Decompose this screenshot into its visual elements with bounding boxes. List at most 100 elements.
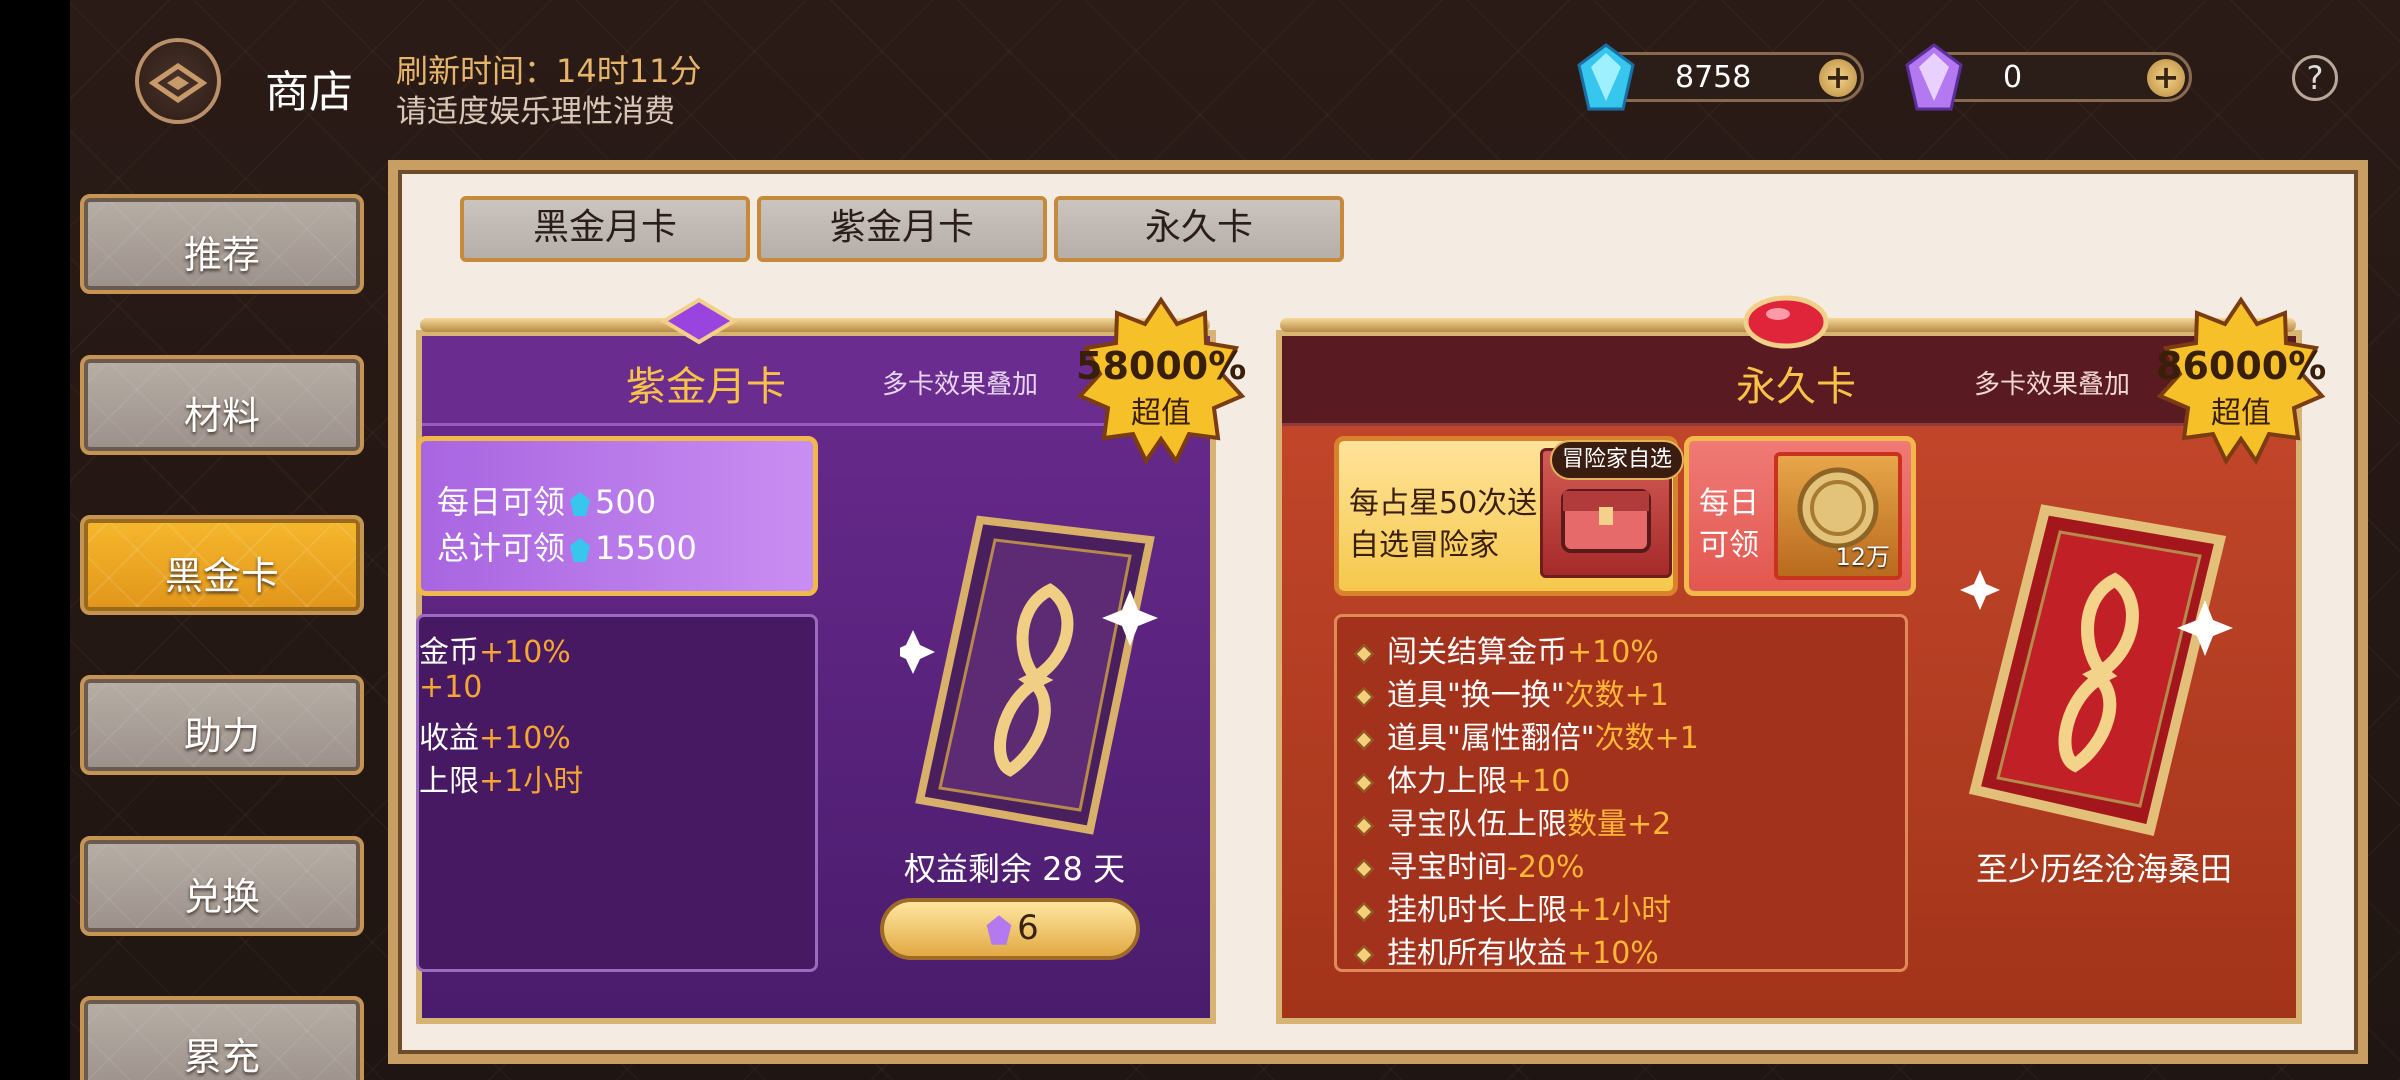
tab-permanent[interactable]: 永久卡 <box>1054 196 1344 262</box>
permanent-value-badge: 86000% 超值 <box>2156 296 2326 466</box>
benefit-text: 体力上限 <box>1387 764 1507 799</box>
sidebar-item-cumulative-recharge[interactable]: 累充 <box>80 996 364 1080</box>
purple-card-book-image <box>900 515 1158 835</box>
sidebar-item-label: 推荐 <box>183 233 260 277</box>
benefit-bonus: +10 <box>419 670 483 705</box>
diamond-bullet-icon <box>1354 772 1374 793</box>
benefit-text: 寻宝时间 <box>1387 850 1507 885</box>
diamond-bullet-icon <box>1354 901 1374 922</box>
benefit-text: 道具"换一换" <box>1387 678 1565 713</box>
sidebar-item-label: 助力 <box>183 714 260 758</box>
diamond-bullet-icon <box>1354 815 1374 836</box>
list-item: 挂机所有收益+10% <box>1354 928 1659 972</box>
sidebar-item-boost[interactable]: 助力 <box>80 675 364 775</box>
benefit-bonus: +1小时 <box>479 764 584 799</box>
purple-gem-icon <box>986 914 1012 945</box>
purple-card-title: 紫金月卡 <box>626 364 786 410</box>
tab-black-gold-monthly[interactable]: 黑金月卡 <box>460 196 750 262</box>
currency-blue-value: 8758 <box>1675 60 1752 95</box>
purple-card-buy-button[interactable]: 6 <box>880 898 1140 960</box>
list-item: 闯关结算金币+10% <box>1354 627 1659 671</box>
daily-label: 每日可领 <box>437 483 566 521</box>
purple-total-line: 总计可领 15500 <box>437 523 697 569</box>
benefit-bonus: 数量+2 <box>1567 807 1672 842</box>
list-item: 上限+1小时 <box>419 756 583 800</box>
benefit-text: 上限 <box>419 764 479 799</box>
list-item: 道具"属性翻倍"次数+1 <box>1354 713 1699 757</box>
permanent-card-stack-note: 多卡效果叠加 <box>1974 370 2131 400</box>
badge-value: 86000% <box>2156 344 2327 388</box>
red-jewel-icon <box>1743 295 1829 349</box>
sidebar-item-exchange[interactable]: 兑换 <box>80 836 364 936</box>
add-blue-currency-button[interactable]: + <box>1819 59 1857 97</box>
sidebar-item-label: 材料 <box>183 394 260 438</box>
purple-gem-icon <box>1905 43 1963 111</box>
blue-gem-icon <box>570 538 591 562</box>
currency-blue-bar: 8758 + <box>1577 43 1864 111</box>
blue-gem-icon <box>570 492 591 516</box>
diamond-bullet-icon <box>1354 643 1374 664</box>
diamond-bullet-icon <box>1354 686 1374 707</box>
total-amount: 15500 <box>595 529 697 567</box>
purple-card-stack-note: 多卡效果叠加 <box>882 370 1039 400</box>
permanent-card-book-image <box>1960 504 2233 836</box>
benefit-bonus: +10% <box>479 721 571 756</box>
list-item: 金币+10% <box>419 627 571 671</box>
permanent-card-condition: 至少历经沧海桑田 <box>1976 850 2233 888</box>
daily-line: 可领 <box>1699 528 1759 563</box>
add-purple-currency-button[interactable]: + <box>2147 59 2185 97</box>
list-item: 收益+10% <box>419 713 571 757</box>
daily-amount: 500 <box>595 483 657 521</box>
currency-purple-bar: 0 + <box>1905 43 2192 111</box>
permanent-benefit-list: 闯关结算金币+10% 道具"换一换"次数+1 道具"属性翻倍"次数+1 体力上限… <box>1334 614 1908 972</box>
benefit-text: 寻宝队伍上限 <box>1387 807 1567 842</box>
astrology-reward-text: 每占星50次送 自选冒险家 <box>1349 483 1537 567</box>
list-item: 道具"换一换"次数+1 <box>1354 670 1669 714</box>
left-edge <box>0 0 70 1080</box>
sidebar-item-recommend[interactable]: 推荐 <box>80 194 364 294</box>
badge-label: 超值 <box>1131 396 1191 431</box>
purple-benefit-list: 金币+10% +10 收益+10% 上限+1小时 <box>416 614 818 972</box>
sidebar-item-black-gold-card[interactable]: 黑金卡 <box>80 515 364 615</box>
currency-purple-value: 0 <box>2003 60 2023 95</box>
help-icon[interactable]: ? <box>2292 55 2338 101</box>
list-item: 寻宝队伍上限数量+2 <box>1354 799 1672 843</box>
daily-line: 每日 <box>1699 486 1759 521</box>
diamond-bullet-icon <box>1354 944 1374 965</box>
back-button[interactable] <box>135 38 221 124</box>
benefit-text: 道具"属性翻倍" <box>1387 721 1595 756</box>
back-icon <box>149 62 207 104</box>
benefit-bonus: 次数+1 <box>1564 678 1669 713</box>
benefit-bonus: +10% <box>1567 635 1659 670</box>
list-item: 寻宝时间-20% <box>1354 842 1585 886</box>
sidebar-item-label: 黑金卡 <box>164 554 279 598</box>
benefit-bonus: +10% <box>1567 936 1659 971</box>
coin-amount: 12万 <box>1835 543 1890 571</box>
benefit-text: 金币 <box>419 635 479 670</box>
consumption-notice: 请适度娱乐理性消费 <box>396 94 675 130</box>
diamond-bullet-icon <box>1354 729 1374 750</box>
benefit-bonus: +10 <box>1507 764 1571 799</box>
gold-coin-reward[interactable]: 12万 <box>1774 452 1902 580</box>
benefit-text: 收益 <box>419 721 479 756</box>
permanent-daily-text: 每日 可领 <box>1699 483 1759 567</box>
list-item: 挂机时长上限+1小时 <box>1354 885 1672 929</box>
list-item: 体力上限+10 <box>1354 756 1571 800</box>
sidebar-item-materials[interactable]: 材料 <box>80 355 364 455</box>
sidebar-item-label: 兑换 <box>183 875 260 919</box>
sidebar-item-label: 累充 <box>183 1035 260 1079</box>
blue-gem-icon <box>1577 43 1635 111</box>
tab-purple-gold-monthly[interactable]: 紫金月卡 <box>757 196 1047 262</box>
permanent-card-title: 永久卡 <box>1736 364 1856 410</box>
benefit-bonus: +1小时 <box>1567 893 1672 928</box>
purple-daily-reward-box: 每日可领 500 总计可领 15500 <box>416 436 818 596</box>
benefit-text: 挂机时长上限 <box>1387 893 1567 928</box>
benefit-text: 闯关结算金币 <box>1387 635 1567 670</box>
badge-label: 超值 <box>2211 396 2271 431</box>
benefit-bonus: +10% <box>479 635 571 670</box>
badge-value: 58000% <box>1076 344 1247 388</box>
adventurer-pick-tag: 冒险家自选 <box>1550 440 1685 480</box>
purple-jewel-icon <box>660 297 738 345</box>
purple-card-price: 6 <box>1017 908 1039 948</box>
benefit-bonus: 次数+1 <box>1594 721 1699 756</box>
